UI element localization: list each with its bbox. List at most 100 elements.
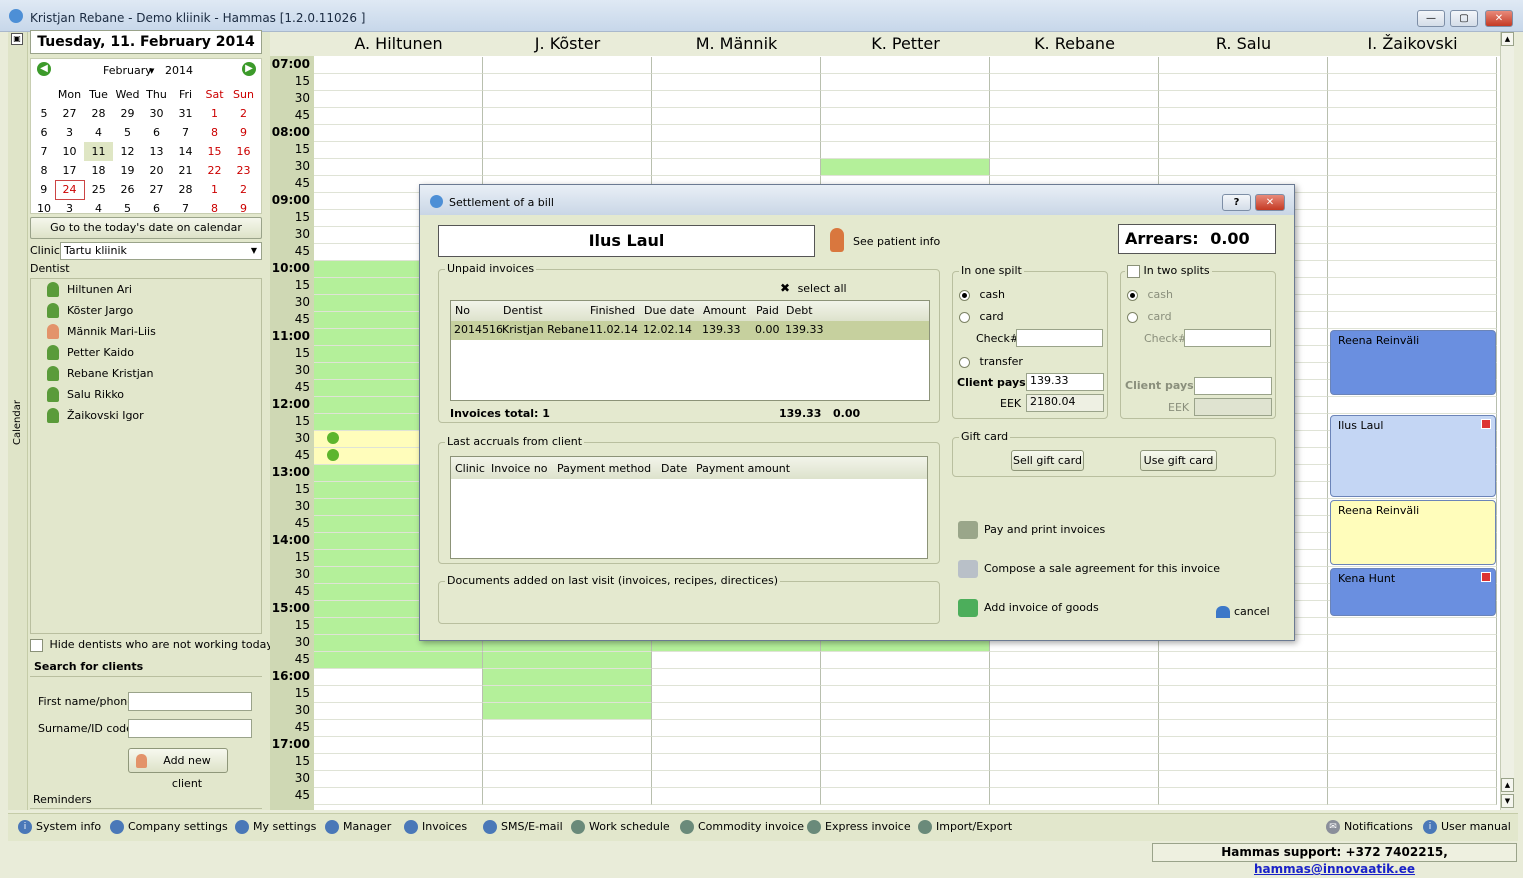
next-month-icon[interactable]: ▶ [242,62,256,76]
time-slot[interactable] [652,74,821,91]
calendar-day[interactable]: 5 [113,123,142,142]
time-slot[interactable] [314,788,483,805]
time-slot[interactable] [821,788,990,805]
time-slot[interactable] [483,771,652,788]
time-slot[interactable] [1328,737,1497,754]
toolbar-item-express-invoice[interactable]: Express invoice [807,820,911,834]
calendar-day[interactable]: 15 [200,142,229,161]
compose-agreement-link[interactable]: Compose a sale agreement for this invoic… [958,560,1220,578]
time-slot[interactable] [314,652,483,669]
help-button[interactable]: ? [1222,194,1251,211]
calendar-day[interactable]: 11 [84,142,113,161]
calendar-day[interactable]: 5 [113,199,142,218]
minimize-button[interactable]: — [1417,10,1445,27]
dentist-column-header[interactable]: A. Hiltunen [314,32,483,56]
calendar-day[interactable]: 18 [84,161,113,180]
dentist-item[interactable]: Männik Mari-Liis [31,321,261,342]
prev-month-icon[interactable]: ◀ [37,62,51,76]
time-slot[interactable] [483,669,652,686]
time-slot[interactable] [1159,125,1328,142]
time-slot[interactable] [652,737,821,754]
time-slot[interactable] [821,142,990,159]
calendar-day[interactable]: 2 [229,180,258,199]
invoice-column-header[interactable]: Debt [786,304,813,317]
time-slot[interactable] [1159,159,1328,176]
calendar-day[interactable]: 12 [113,142,142,161]
time-slot[interactable] [821,737,990,754]
time-slot[interactable] [1328,788,1497,805]
time-slot[interactable] [821,125,990,142]
calendar-day[interactable]: 26 [113,180,142,199]
invoice-column-header[interactable]: No [455,304,470,317]
time-slot[interactable] [1159,669,1328,686]
calendar-day[interactable]: 17 [55,161,84,180]
calendar-day[interactable]: 27 [55,104,84,123]
time-slot[interactable] [990,108,1159,125]
dentist-item[interactable]: Rebane Kristjan [31,363,261,384]
time-slot[interactable] [990,703,1159,720]
time-slot[interactable] [1328,108,1497,125]
use-gift-card-button[interactable]: Use gift card [1140,450,1217,471]
support-email-link[interactable]: hammas@innovaatik.ee [1254,862,1415,876]
dentist-item[interactable]: Kõster Jargo [31,300,261,321]
invoice-column-header[interactable]: Finished [590,304,635,317]
hide-dentists-checkbox[interactable] [30,638,43,652]
time-slot[interactable] [652,91,821,108]
time-slot[interactable] [990,652,1159,669]
time-slot[interactable] [990,754,1159,771]
time-slot[interactable] [314,669,483,686]
calendar-day[interactable]: 30 [142,104,171,123]
accrual-column-header[interactable]: Date [661,462,687,475]
time-slot[interactable] [1328,142,1497,159]
time-slot[interactable] [1159,91,1328,108]
client-pays-input[interactable]: 139.33 [1026,373,1104,391]
time-slot[interactable] [1159,754,1328,771]
time-slot[interactable] [821,91,990,108]
time-slot[interactable] [483,652,652,669]
time-slot[interactable] [652,720,821,737]
time-slot[interactable] [1328,261,1497,278]
appointment-block[interactable]: Ilus Laul [1330,415,1496,497]
accrual-column-header[interactable]: Clinic [455,462,485,475]
two-splits-row[interactable]: In two splits [1125,264,1212,278]
time-slot[interactable] [1328,771,1497,788]
time-slot[interactable] [1159,720,1328,737]
time-slot[interactable] [314,91,483,108]
dentist-item[interactable]: Salu Rikko [31,384,261,405]
time-slot[interactable] [1159,74,1328,91]
time-slot[interactable] [821,652,990,669]
calendar-day[interactable]: 9 [229,199,258,218]
time-slot[interactable] [483,686,652,703]
time-slot[interactable] [821,686,990,703]
close-button[interactable]: ✕ [1485,10,1513,27]
time-slot[interactable] [652,788,821,805]
time-slot[interactable] [1328,159,1497,176]
invoice-column-header[interactable]: Dentist [503,304,543,317]
calendar-day[interactable]: 28 [171,180,200,199]
invoice-column-header[interactable]: Paid [756,304,779,317]
time-slot[interactable] [990,737,1159,754]
time-slot[interactable] [1159,142,1328,159]
calendar-day[interactable]: 6 [142,123,171,142]
maximize-button[interactable]: ▢ [1450,10,1478,27]
first-name-input[interactable] [128,692,252,711]
time-slot[interactable] [483,91,652,108]
time-slot[interactable] [1159,652,1328,669]
time-slot[interactable] [990,159,1159,176]
dialog-close-button[interactable]: ✕ [1255,194,1285,211]
scroll-down-icon[interactable]: ▲ [1501,778,1514,792]
time-slot[interactable] [1159,703,1328,720]
time-slot[interactable] [314,720,483,737]
time-slot[interactable] [1159,788,1328,805]
time-slot[interactable] [1328,278,1497,295]
calendar-day[interactable]: 10 [55,142,84,161]
time-slot[interactable] [821,771,990,788]
time-slot[interactable] [652,669,821,686]
time-slot[interactable] [483,737,652,754]
restore-panel-icon[interactable]: ▣ [11,33,23,45]
toolbar-item-import-export[interactable]: Import/Export [918,820,1012,834]
time-slot[interactable] [652,57,821,74]
time-slot[interactable] [483,108,652,125]
time-slot[interactable] [821,703,990,720]
time-slot[interactable] [1328,176,1497,193]
